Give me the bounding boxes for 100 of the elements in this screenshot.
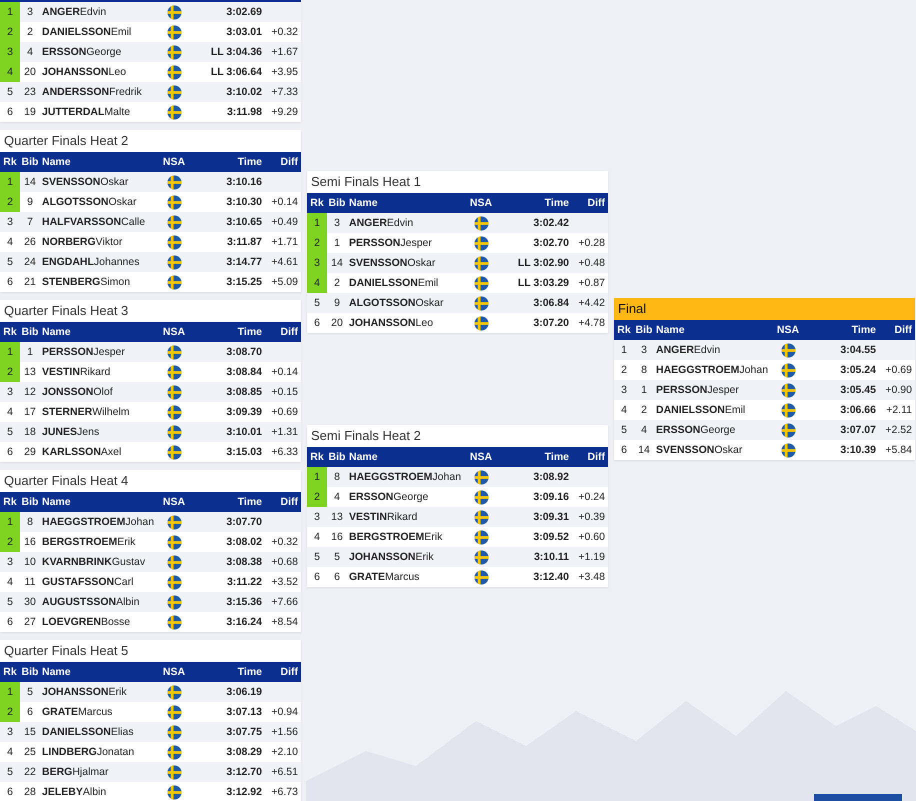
bib-cell-text: 6 [26,705,34,720]
diff-cell-text: +7.66 [270,595,298,610]
column-header: Time [236,326,262,338]
athlete-name: GUSTAFSSONCarl [41,575,134,590]
rank-cell-text: 2 [620,363,628,378]
heat-title: Quarter Finals Heat 5 [0,640,301,662]
athlete-name: JELEBYAlbin [41,785,108,800]
sweden-flag-icon [166,364,182,380]
athlete-name: KARLSSONAxel [41,445,122,460]
bib-cell-text: 27 [23,615,37,630]
sweden-flag-icon [166,384,182,400]
time-cell-text: 3:07.75 [225,725,262,740]
diff-cell-text: +1.67 [270,45,298,60]
rank-cell-text: 4 [313,530,321,545]
time-cell-text: 3:08.70 [225,345,262,360]
time-cell-text: 3:12.40 [532,570,569,585]
column-header: Name [41,156,72,168]
athlete-name: ERSSONGeorge [41,45,122,60]
athlete-name: STENBERGSimon [41,275,132,290]
bib-cell-text: 4 [26,45,34,60]
athlete-name: BERGHjalmar [41,765,110,780]
athlete-name: DANIELSSONEmil [655,403,746,418]
diff-cell-text: +3.95 [270,65,298,80]
athlete-name: BERGSTROEMErik [348,530,444,545]
rank-cell: 2 [0,702,20,722]
heat-title: Final [614,298,915,320]
rank-cell-text: 5 [620,423,628,438]
column-header: Bib [20,666,40,678]
heat-title: Semi Finals Heat 1 [307,171,608,193]
diff-cell-text: +0.32 [270,25,298,40]
diff-cell-text: +4.61 [270,255,298,270]
athlete-name: STERNERWilhelm [41,405,131,420]
bib-cell-text: 14 [637,443,651,458]
athlete-name: HAEGGSTROEMJohan [655,363,770,378]
bib-cell-text: 18 [23,425,37,440]
sweden-flag-icon [780,422,796,438]
rank-cell-text: 6 [6,105,14,120]
diff-cell-text: +1.56 [270,725,298,740]
time-cell-text: 3:09.39 [225,405,262,420]
athlete-name: HAEGGSTROEMJohan [41,515,156,530]
sweden-flag-icon [166,84,182,100]
time-cell-text: 3:05.45 [839,383,876,398]
rank-cell-text: 4 [6,745,14,760]
diff-cell-text: +0.60 [577,530,605,545]
bib-cell-text: 13 [330,510,344,525]
sweden-flag-icon [474,470,488,484]
bib-cell-text: 1 [640,383,648,398]
rank-cell-text: 5 [6,595,14,610]
bib-cell-text: 8 [333,470,341,485]
athlete-name: ANGEREdvin [41,5,108,20]
athlete-name: BERGSTROEMErik [41,535,136,550]
time-cell-text: 3:12.70 [225,765,262,780]
sweden-flag-icon [474,216,488,230]
time-cell-text: 3:09.52 [532,530,569,545]
bib-cell-text: 8 [26,515,34,530]
athlete-name: JONSSONOlof [41,385,114,400]
sweden-flag-icon [166,704,182,720]
athlete-name: ANGEREdvin [348,216,414,231]
diff-cell-text: +0.24 [577,490,605,505]
time-cell-text: 3:11.87 [226,235,262,250]
athlete-name: PERSSONJesper [348,236,433,251]
time-cell-text: 3:07.07 [839,423,876,438]
bib-cell-text: 17 [23,405,37,420]
rank-cell-text: 3 [6,215,14,230]
diff-cell-text: +0.14 [270,195,298,210]
sweden-flag-icon [166,64,182,80]
column-header: Diff [280,326,298,338]
rank-cell: 1 [307,213,327,233]
bib-cell-text: 1 [26,345,34,360]
sweden-flag-icon [166,174,182,190]
column-header: Time [850,324,876,336]
column-header: Time [544,197,569,209]
rank-cell: 1 [0,172,20,192]
rank-cell-text: 3 [620,383,628,398]
bib-cell-text: 7 [26,215,34,230]
column-header: Name [41,666,72,678]
diff-cell-text: +9.29 [270,105,298,120]
bib-cell-text: 6 [333,570,341,585]
rank-cell: 2 [0,22,20,42]
bib-cell-text: 21 [23,275,37,290]
rank-cell: 2 [307,487,327,507]
column-header: Rk [2,326,18,338]
time-cell-text: LL 3:04.36 [210,45,262,60]
time-cell-text: 3:08.84 [225,365,262,380]
sweden-flag-icon [474,316,488,330]
bib-cell-text: 23 [23,85,37,100]
bib-cell-text: 11 [24,575,36,590]
diff-cell-text: +4.42 [577,296,605,311]
athlete-name: JUTTERDALMalte [41,105,132,120]
diff-cell-text: +0.94 [270,705,298,720]
time-cell-text: 3:08.85 [225,385,262,400]
bib-cell-text: 5 [26,685,34,700]
athlete-name: PERSSONJesper [655,383,740,398]
diff-cell-text: +0.39 [577,510,605,525]
heat-title: Quarter Finals Heat 4 [0,470,301,492]
diff-cell-text: +4.78 [577,316,605,331]
column-header: Bib [20,496,40,508]
column-header: Diff [280,156,298,168]
sweden-flag-icon [166,764,182,780]
time-cell-text: 3:10.01 [225,425,262,440]
